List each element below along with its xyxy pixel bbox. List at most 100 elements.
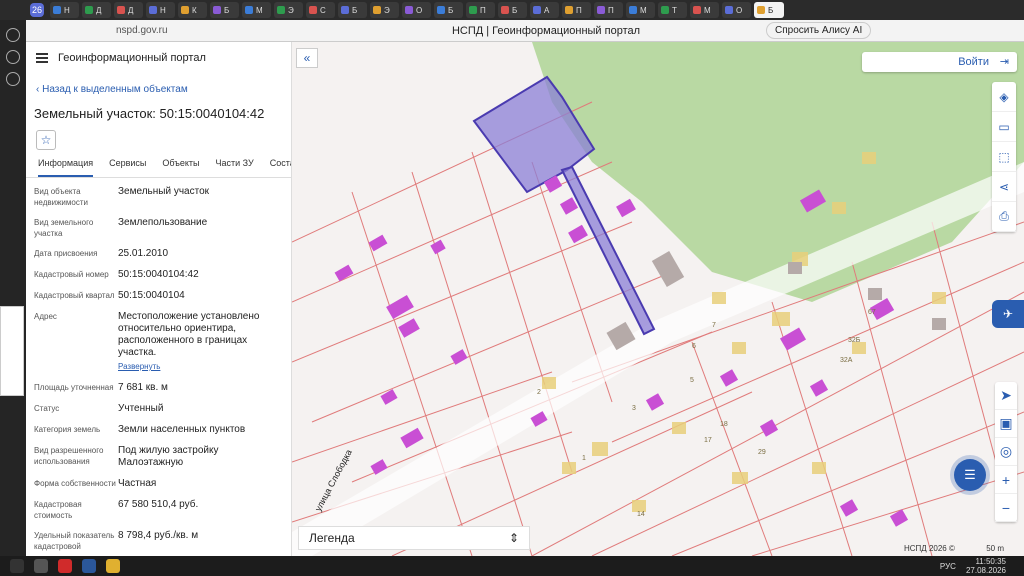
tab-label: H	[64, 5, 70, 15]
layers-icon[interactable]: ◈	[992, 82, 1016, 112]
browser-tab[interactable]: Б	[338, 2, 367, 18]
chat-icon[interactable]: ☰	[954, 459, 986, 491]
legend-dropdown[interactable]: Легенда ⇕	[298, 526, 530, 550]
clock-date: 27.08.2026	[965, 566, 1006, 575]
browser-tab[interactable]: А	[530, 2, 559, 18]
browser-side-rail	[0, 20, 26, 556]
rail-icon[interactable]	[6, 28, 20, 42]
rail-icon[interactable]	[6, 50, 20, 64]
browser-tab[interactable]: Н	[146, 2, 175, 18]
alice-button[interactable]: Спросить Алису AI	[766, 22, 872, 39]
start-icon[interactable]	[10, 559, 24, 573]
ruler-icon[interactable]: ▭	[992, 112, 1016, 142]
tab-label: Н	[160, 5, 166, 15]
panel-tab[interactable]: Информация	[38, 158, 94, 177]
collapse-panel-button[interactable]: «	[296, 48, 318, 68]
browser-tab[interactable]: Б	[498, 2, 527, 18]
tab-label: М	[704, 5, 711, 15]
browser-tab[interactable]: П	[562, 2, 591, 18]
property-value-cell: Учтенный	[118, 403, 278, 415]
property-key: Кадастровый квартал	[34, 291, 115, 300]
browser-tab[interactable]: Д	[82, 2, 111, 18]
tab-favicon-icon	[501, 6, 509, 14]
clock[interactable]: 11:50:35 27.08.2026	[966, 557, 1006, 575]
browser-tab[interactable]: М	[626, 2, 655, 18]
browser-tab[interactable]: М	[242, 2, 271, 18]
property-row: Кадастровый номер 50:15:0040104:42	[34, 269, 283, 281]
expand-link[interactable]: Развернуть	[118, 361, 278, 373]
browser-tab[interactable]: О	[402, 2, 431, 18]
property-value: 67 580 510,4 руб.	[118, 499, 199, 510]
star-icon[interactable]: ☆	[36, 130, 56, 150]
tab-favicon-icon	[277, 6, 285, 14]
property-value: Под жилую застройку Малоэтажную	[118, 445, 219, 468]
browser-tab[interactable]: Э	[370, 2, 399, 18]
browser-tab[interactable]: Т	[658, 2, 687, 18]
tab-favicon-icon	[117, 6, 125, 14]
tab-label: Б	[224, 5, 230, 15]
tab-favicon-icon	[341, 6, 349, 14]
map-view[interactable]: улица Слободка 7 6 5 3 2 1 17 18 29 14 3…	[292, 42, 1024, 556]
browser-tab[interactable]: Б	[210, 2, 239, 18]
panel-tab[interactable]: Состав	[270, 158, 291, 177]
menu-icon[interactable]	[36, 51, 48, 65]
browser-tab[interactable]: Д	[114, 2, 143, 18]
panel-tab[interactable]: Части ЗУ	[216, 158, 254, 177]
assistant-tab-icon[interactable]: ✈	[992, 300, 1024, 328]
tab-favicon-icon	[149, 6, 157, 14]
browser-tab[interactable]: К	[178, 2, 207, 18]
back-link[interactable]: ‹ Назад к выделенным объектам	[36, 84, 291, 95]
browser-tab[interactable]: О	[722, 2, 751, 18]
url-field[interactable]: nspd.gov.ru	[116, 25, 286, 36]
tab-favicon-icon	[597, 6, 605, 14]
zoom-out-icon[interactable]: −	[995, 494, 1017, 522]
browser-tab[interactable]: H	[50, 2, 79, 18]
property-key: Вид объекта недвижимости	[34, 187, 88, 207]
word-icon[interactable]	[82, 559, 96, 573]
house-number-label: 67	[868, 309, 876, 316]
share-icon[interactable]: ⋖	[992, 172, 1016, 202]
rail-icon[interactable]	[6, 72, 20, 86]
browser-tab[interactable]: М	[690, 2, 719, 18]
browser-tab[interactable]: П	[466, 2, 495, 18]
overlay-popup[interactable]	[0, 306, 24, 396]
panel-tabs: Информация Сервисы Объекты Части ЗУ Состав	[26, 158, 291, 178]
property-key: Кадастровая стоимость	[34, 500, 82, 520]
property-key: Статус	[34, 404, 60, 413]
language-indicator[interactable]: РУС	[940, 562, 956, 571]
house-numbers: 7 6 5 3 2 1 17 18 29 14 32Б 32А 67	[537, 309, 876, 518]
print-icon[interactable]: ⎙	[992, 202, 1016, 232]
property-value-cell: 8 798,4 руб./кв. м	[118, 530, 278, 552]
panel-tab[interactable]: Объекты	[162, 158, 199, 177]
tab-favicon-icon	[533, 6, 541, 14]
search-icon[interactable]	[34, 559, 48, 573]
tab-favicon-icon	[53, 6, 61, 14]
tab-favicon-icon	[661, 6, 669, 14]
folder-icon[interactable]	[106, 559, 120, 573]
property-value-cell: 67 580 510,4 руб.	[118, 499, 278, 521]
browser-tab[interactable]: Б	[434, 2, 463, 18]
property-row: Адрес Местоположение установлено относите…	[34, 311, 283, 373]
browser-tab[interactable]: С	[306, 2, 335, 18]
geolocation-icon[interactable]: ◎	[995, 438, 1017, 466]
tab-favicon-icon	[405, 6, 413, 14]
map-canvas[interactable]: улица Слободка 7653211718291432Б32А67	[292, 42, 1024, 556]
house-number-label: 14	[637, 511, 645, 518]
map-type-icon[interactable]: ▣	[995, 410, 1017, 438]
browser-tab[interactable]: Э	[274, 2, 303, 18]
select-area-icon[interactable]: ⬚	[992, 142, 1016, 172]
house-number-label: 32А	[840, 357, 853, 364]
property-value: Частная	[118, 478, 157, 489]
zoom-in-icon[interactable]: +	[995, 466, 1017, 494]
yandex-browser-icon[interactable]	[58, 559, 72, 573]
property-key: Вид разрешенного использования	[34, 446, 104, 466]
panel-tab[interactable]: Сервисы	[109, 158, 146, 177]
locate-icon[interactable]: ➤	[995, 382, 1017, 410]
browser-tab[interactable]: П	[594, 2, 623, 18]
browser-tab[interactable]: Б	[754, 2, 784, 18]
tab-label: С	[320, 5, 326, 15]
property-row: Кадастровый квартал 50:15:0040104	[34, 290, 283, 302]
tab-label: П	[608, 5, 614, 15]
login-button[interactable]: Войти ⇥	[862, 52, 1017, 72]
tab-count-badge[interactable]: 26	[30, 3, 44, 17]
